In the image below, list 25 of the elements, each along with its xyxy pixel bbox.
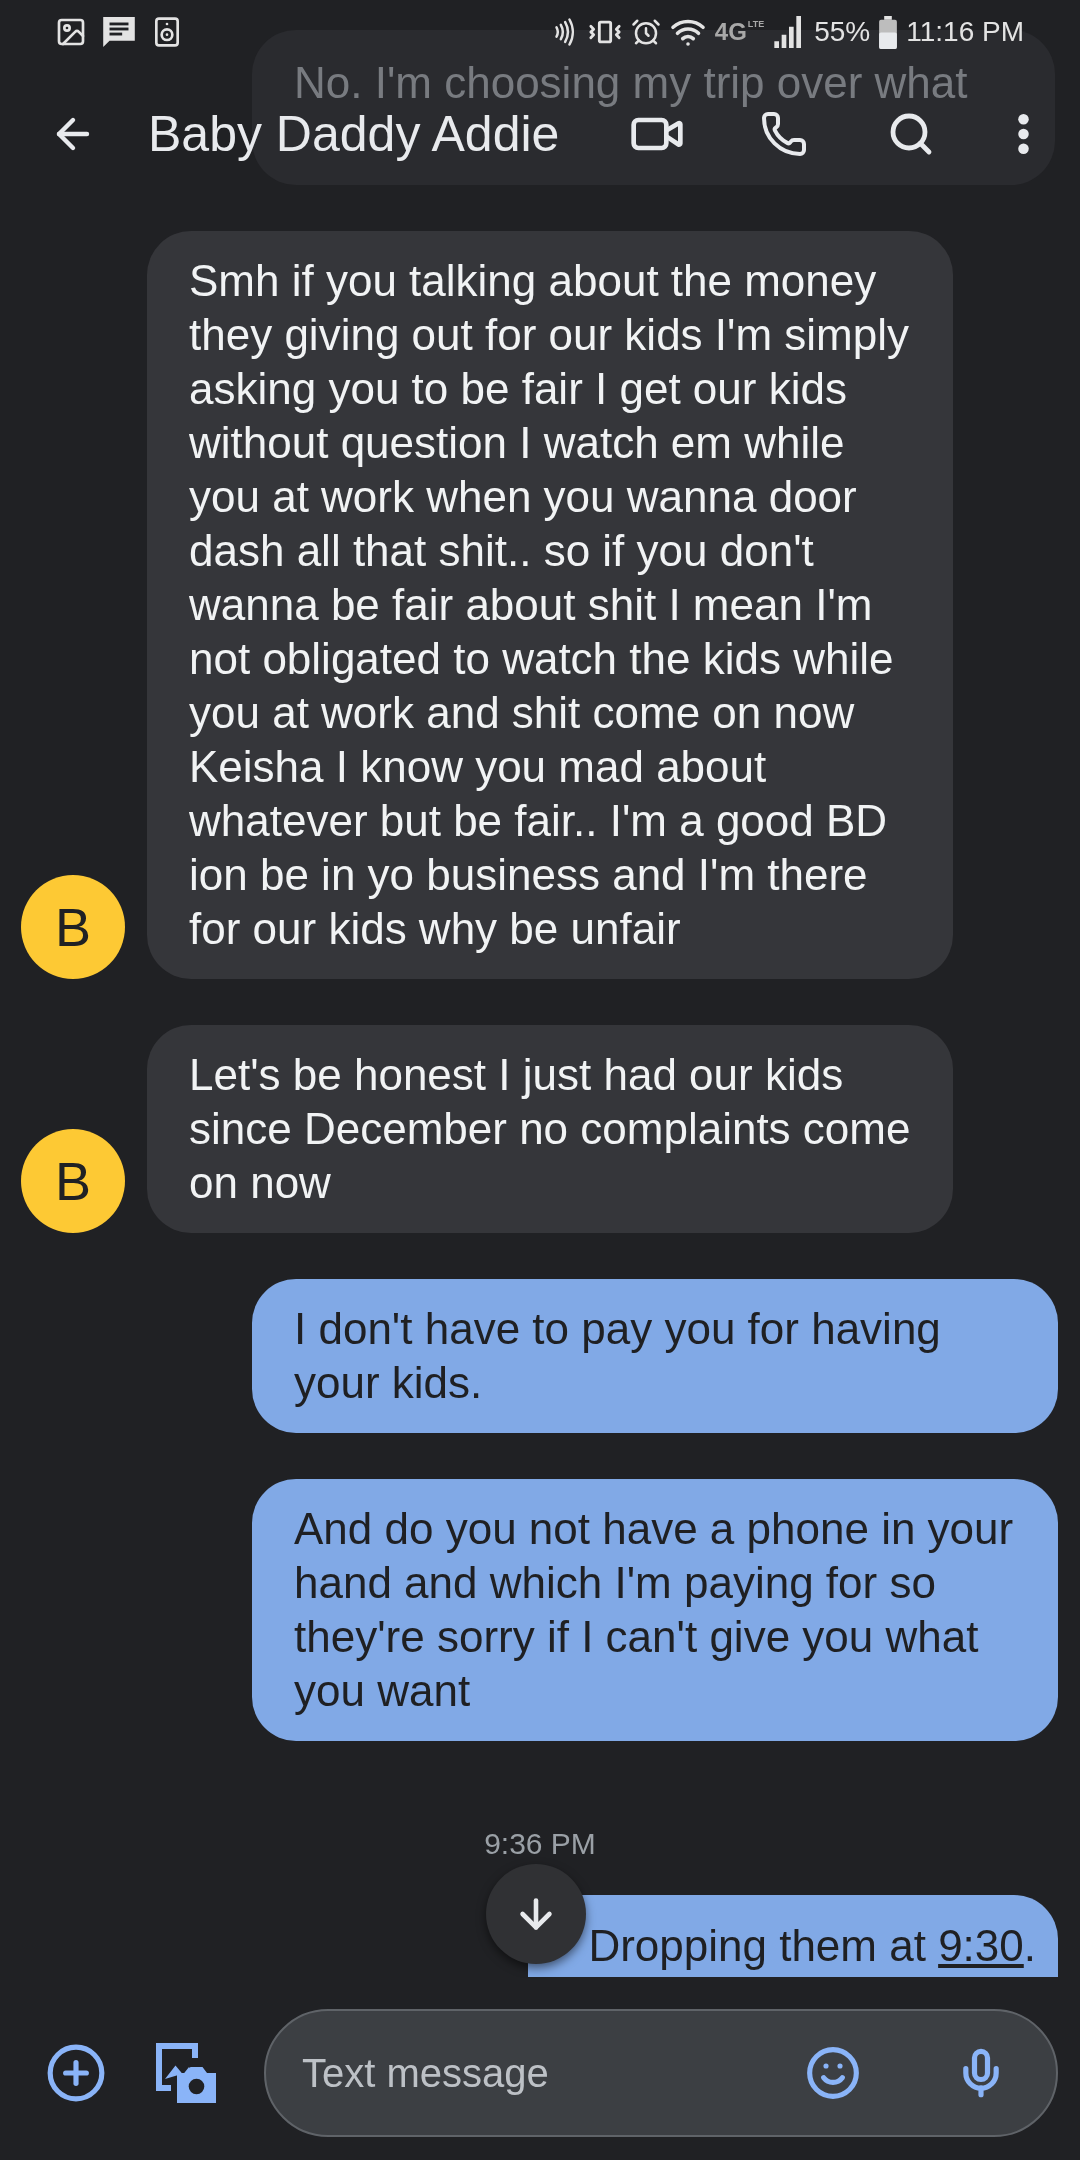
message-text: No. I'm choosing my trip over what — [294, 60, 969, 106]
contact-avatar: B — [21, 875, 125, 979]
add-icon — [45, 2042, 107, 2104]
network-type: 4G — [714, 20, 747, 44]
contact-name: Baby Daddy Addie — [148, 106, 560, 162]
message-input-field[interactable]: Text message — [264, 2009, 1058, 2137]
message-text: And do you not have a phone in your hand and which I'm paying for so they're sorry if I can't give you what you want — [294, 1503, 1015, 1717]
clock-time: 11:16 PM — [906, 16, 1024, 48]
contact-avatar: B — [21, 1129, 125, 1233]
message-text: Let's be honest I just had our kids since December no complaints come on now — [189, 1049, 911, 1209]
message-icon — [103, 17, 135, 47]
photo-camera-icon — [156, 2043, 216, 2103]
phone-icon — [760, 110, 808, 158]
time-link[interactable]: 9:30 — [938, 1921, 1024, 1970]
network-subtype: LTE — [747, 20, 765, 29]
message-text: I don't have to pay you for having your kids. — [294, 1303, 942, 1409]
message-text: Smh if you talking about the money they giving out for our kids I'm simply asking you to be fair I get our kids without question I watch em while you at work when you wanna door dash all that shit.. so if you don't wanna be fair about shit I mean I'm not obligated to watch the kids while you at work and shit come on now Keisha I know you mad about whatever but be fair.. I'm a good BD ion be in yo business and I'm there for our kids why be unfair — [189, 255, 910, 955]
alarm-icon — [630, 17, 661, 47]
battery-percent: 55% — [814, 16, 871, 48]
timestamp: 9:36 PM — [484, 1829, 596, 1859]
smiley-icon — [805, 2045, 861, 2101]
message-text: Dropping them at 9:30. — [588, 1920, 1036, 1972]
battery-icon — [879, 15, 898, 49]
more-icon — [1017, 114, 1029, 154]
image-icon — [55, 16, 87, 48]
